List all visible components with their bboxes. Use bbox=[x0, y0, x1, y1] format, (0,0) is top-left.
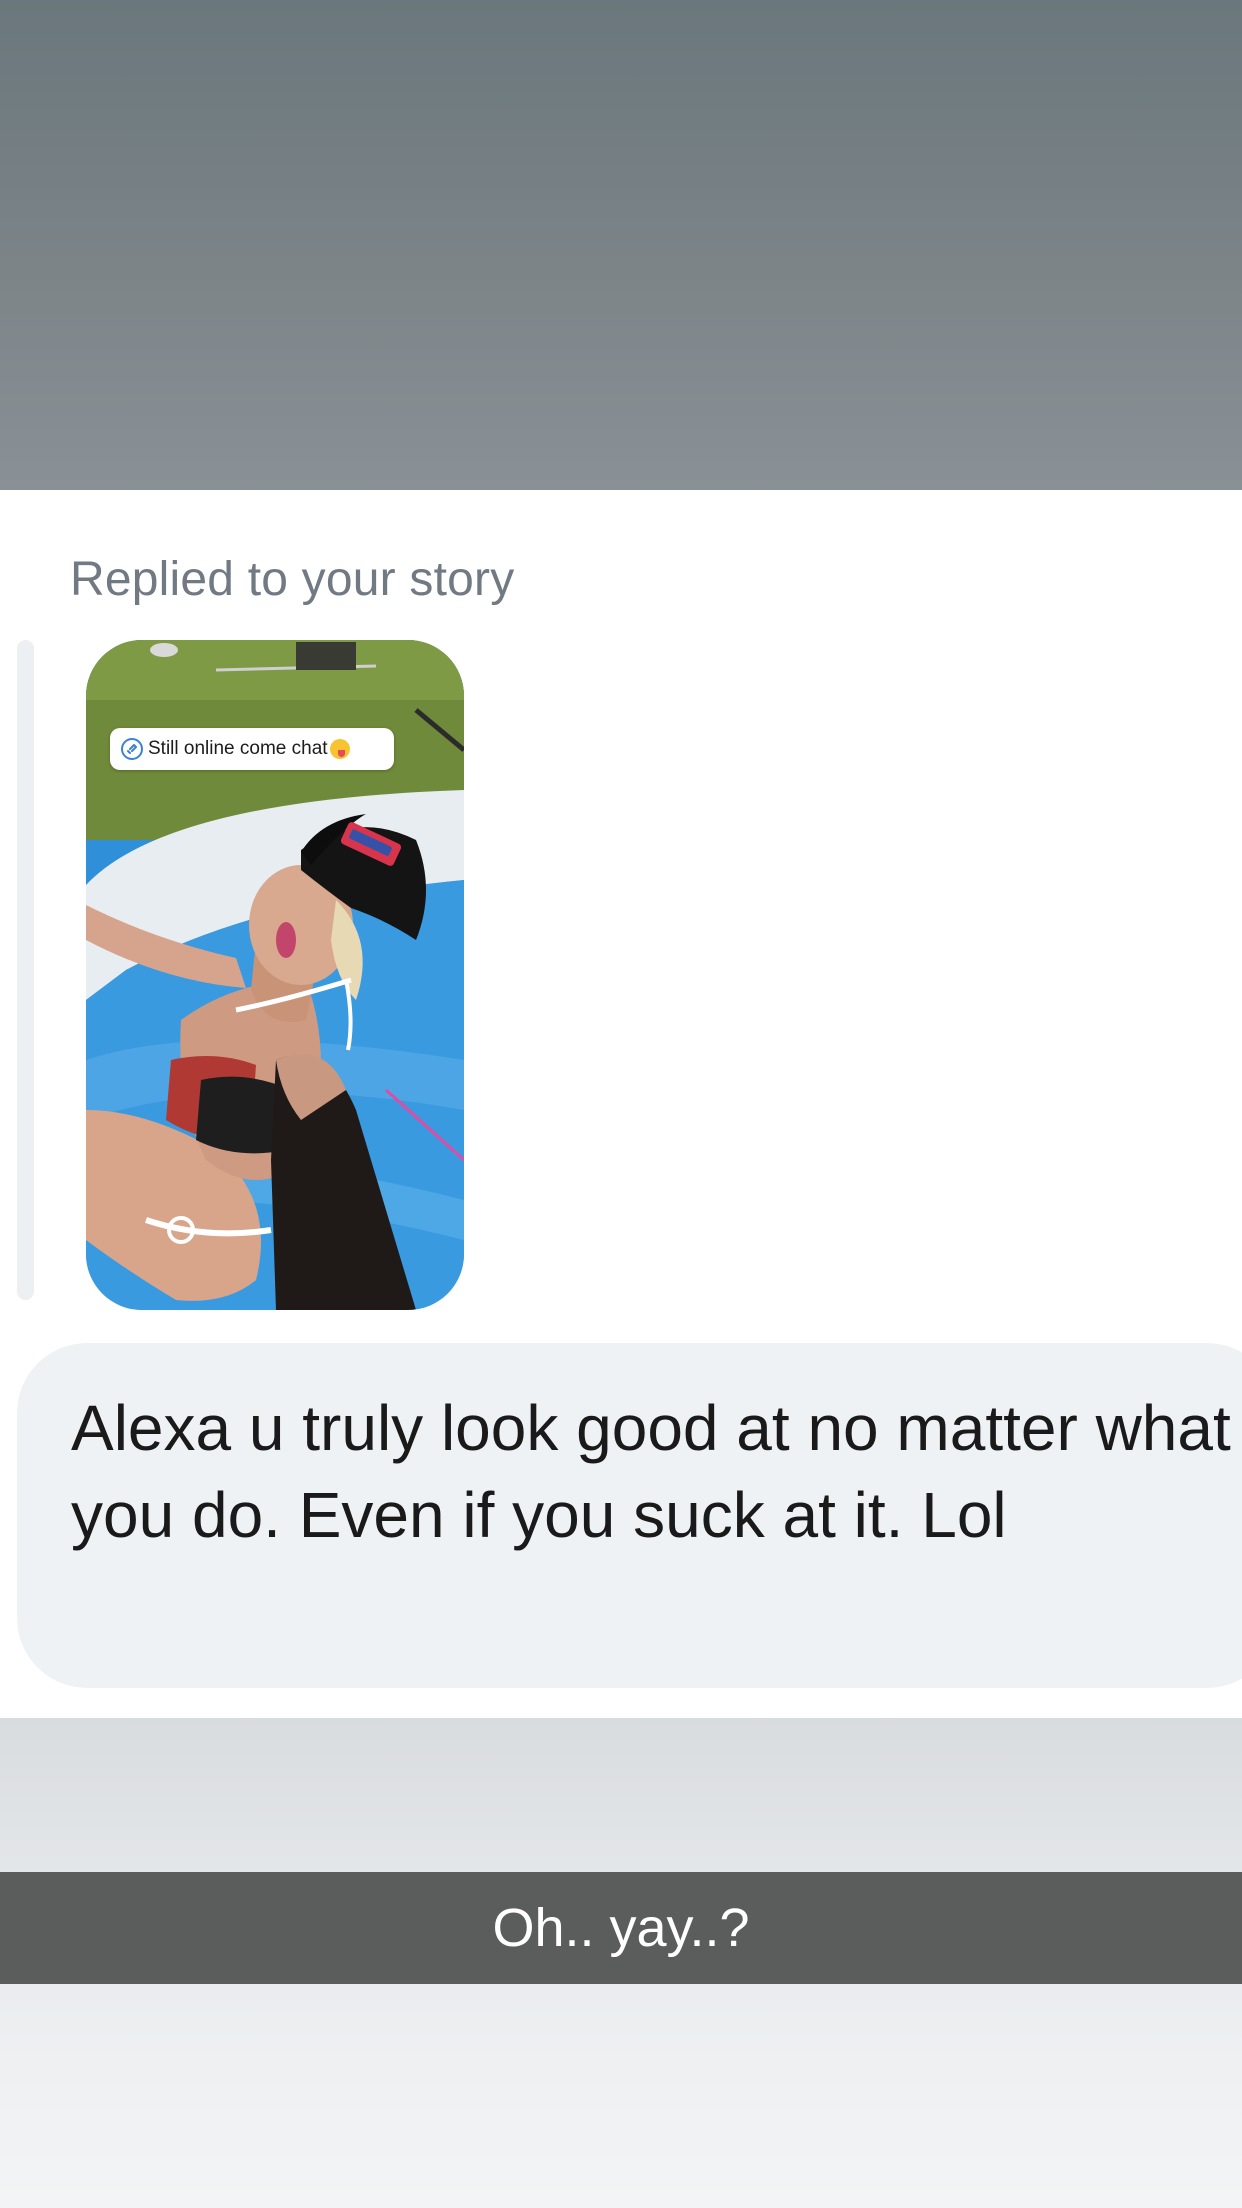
story-link-sticker[interactable]: Still online come chat bbox=[110, 728, 394, 770]
message-text: Alexa u truly look good at no matter wha… bbox=[71, 1392, 1231, 1551]
story-reply-label: Replied to your story bbox=[70, 553, 515, 606]
sticker-text: Still online come chat bbox=[148, 738, 328, 759]
caption-bar: Oh.. yay..? bbox=[0, 1872, 1242, 1984]
winking-tongue-emoji-icon bbox=[329, 739, 350, 759]
caption-text: Oh.. yay..? bbox=[492, 1898, 750, 1958]
incoming-message-bubble[interactable]: Alexa u truly look good at no matter wha… bbox=[17, 1343, 1242, 1688]
story-thumbnail[interactable]: Still online come chat bbox=[86, 640, 464, 1310]
link-icon bbox=[121, 738, 143, 760]
chat-thread: Replied to your story Still online come … bbox=[0, 490, 1242, 1718]
reply-quote-bar bbox=[17, 640, 34, 1300]
blurred-header-area bbox=[0, 0, 1242, 490]
